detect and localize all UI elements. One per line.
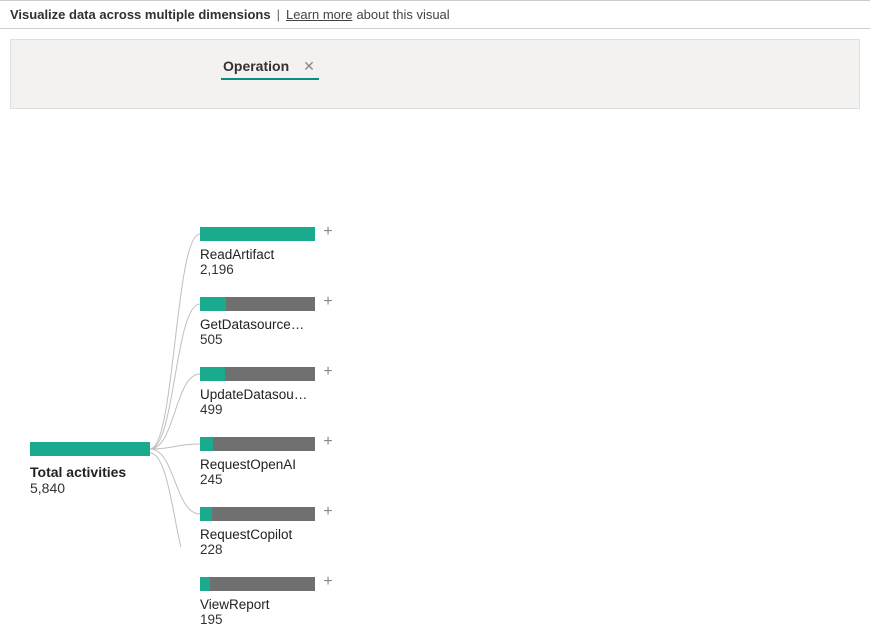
- node-bar-fill: [200, 297, 226, 311]
- node-label: ViewReport: [200, 597, 330, 612]
- tree-node[interactable]: + ReadArtifact 2,196: [200, 227, 340, 277]
- node-label: ReadArtifact: [200, 247, 330, 262]
- node-label: UpdateDatasou…: [200, 387, 330, 402]
- learn-more-link[interactable]: Learn more: [286, 7, 352, 22]
- expand-node-icon[interactable]: +: [321, 365, 335, 379]
- node-label: GetDatasource…: [200, 317, 330, 332]
- node-bar: +: [200, 297, 315, 311]
- node-value: 228: [200, 542, 340, 557]
- dimension-panel: Operation ✕: [10, 39, 860, 109]
- node-value: 245: [200, 472, 340, 487]
- node-bar: +: [200, 367, 315, 381]
- root-label: Total activities: [30, 464, 150, 480]
- node-bar-fill: [200, 437, 213, 451]
- decomposition-tree: Total activities 5,840 + ReadArtifact 2,…: [0, 117, 870, 547]
- node-value: 505: [200, 332, 340, 347]
- root-bar: [30, 442, 150, 456]
- node-bar: +: [200, 577, 315, 591]
- tree-node[interactable]: + ViewReport 195: [200, 577, 340, 627]
- node-label: RequestOpenAI: [200, 457, 330, 472]
- tree-node[interactable]: + UpdateDatasou… 499: [200, 367, 340, 417]
- dimension-chip[interactable]: Operation ✕: [221, 58, 319, 80]
- node-value: 499: [200, 402, 340, 417]
- node-bar: +: [200, 437, 315, 451]
- tree-node[interactable]: + GetDatasource… 505: [200, 297, 340, 347]
- dimension-chip-label: Operation: [223, 58, 289, 74]
- node-value: 2,196: [200, 262, 340, 277]
- tree-node[interactable]: + RequestCopilot 228: [200, 507, 340, 557]
- node-bar-fill: [200, 367, 225, 381]
- info-banner: Visualize data across multiple dimension…: [0, 0, 870, 29]
- root-node[interactable]: Total activities 5,840: [30, 442, 150, 496]
- node-bar-fill: [200, 227, 315, 241]
- root-value: 5,840: [30, 480, 150, 496]
- expand-node-icon[interactable]: +: [321, 575, 335, 589]
- node-bar: +: [200, 507, 315, 521]
- expand-node-icon[interactable]: +: [321, 505, 335, 519]
- tree-node[interactable]: + RequestOpenAI 245: [200, 437, 340, 487]
- node-bar: +: [200, 227, 315, 241]
- node-bar-fill: [200, 577, 210, 591]
- expand-node-icon[interactable]: +: [321, 435, 335, 449]
- banner-title: Visualize data across multiple dimension…: [10, 7, 271, 22]
- node-value: 195: [200, 612, 340, 627]
- expand-node-icon[interactable]: +: [321, 295, 335, 309]
- banner-tail: about this visual: [356, 7, 449, 22]
- node-bar-fill: [200, 507, 212, 521]
- expand-node-icon[interactable]: +: [321, 225, 335, 239]
- banner-separator: |: [277, 7, 280, 22]
- remove-dimension-icon[interactable]: ✕: [303, 59, 315, 73]
- node-label: RequestCopilot: [200, 527, 330, 542]
